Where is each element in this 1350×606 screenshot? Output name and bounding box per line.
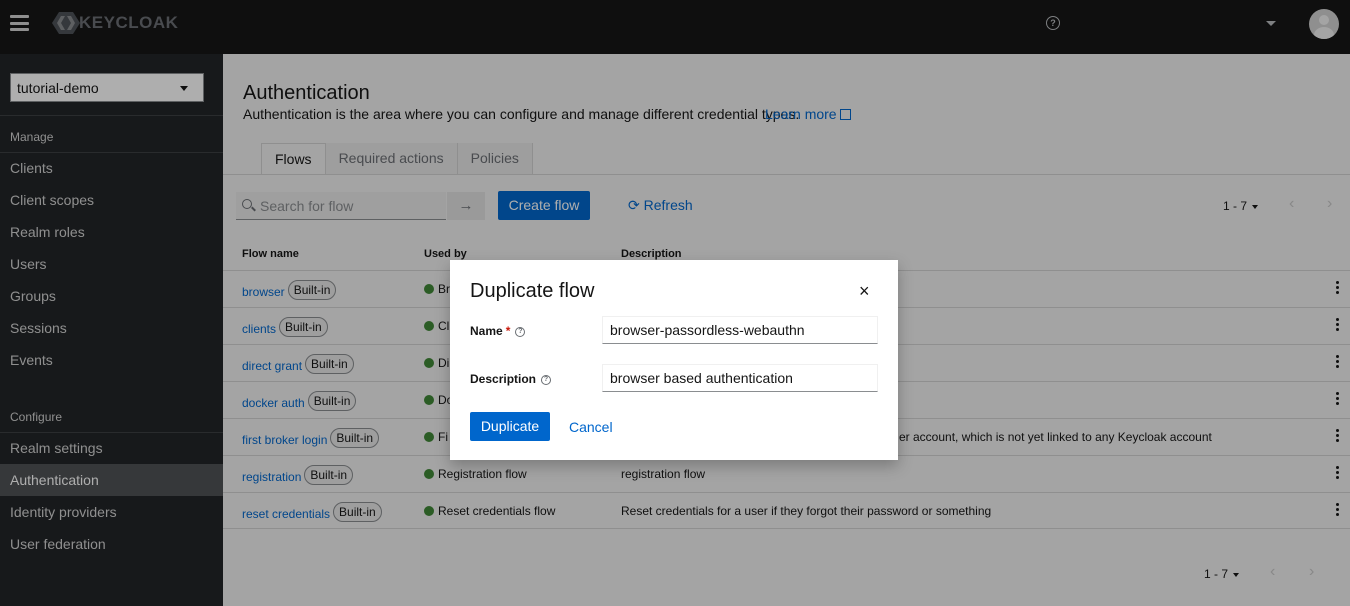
duplicate-flow-dialog: Duplicate flow × Name*? Description? Dup… <box>450 260 898 460</box>
required-asterisk: * <box>505 324 511 338</box>
name-field[interactable] <box>602 316 878 344</box>
name-label-text: Name <box>470 324 503 338</box>
help-icon[interactable]: ? <box>541 374 552 385</box>
description-field[interactable] <box>602 364 878 392</box>
cancel-button[interactable]: Cancel <box>569 419 613 435</box>
close-icon[interactable]: × <box>859 282 870 300</box>
description-label-text: Description <box>470 372 537 386</box>
description-field-label: Description? <box>470 372 552 386</box>
duplicate-button[interactable]: Duplicate <box>470 412 550 441</box>
name-field-label: Name *? <box>470 324 526 338</box>
dialog-title: Duplicate flow <box>470 280 595 302</box>
help-icon[interactable]: ? <box>515 326 526 337</box>
